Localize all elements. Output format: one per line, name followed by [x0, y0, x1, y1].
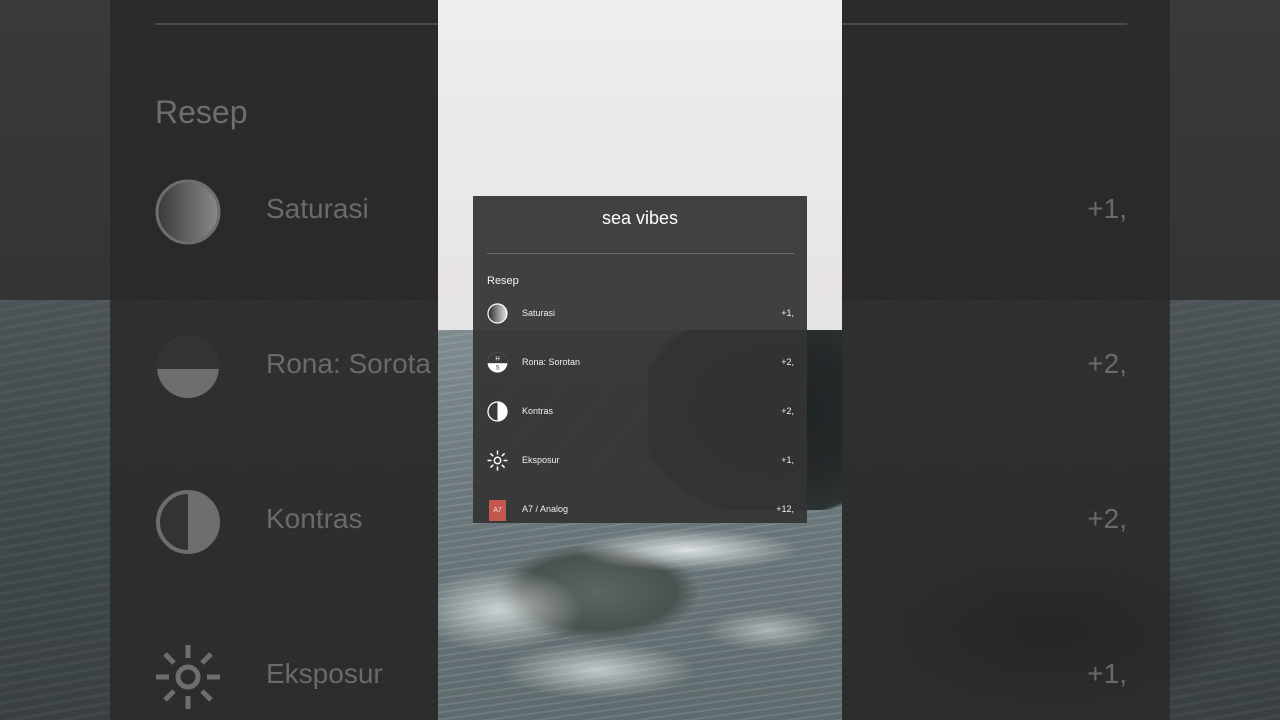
hue-letter: H — [495, 356, 499, 362]
blurred-label: Eksposur — [266, 658, 383, 689]
filter-badge-icon: A7 — [489, 500, 506, 521]
recipe-item-label: Kontras — [522, 406, 554, 416]
shadow-letter: S — [495, 366, 499, 372]
contrast-icon — [487, 401, 508, 422]
hue-shadow-icon — [157, 336, 219, 398]
hue-shadow-icon: H S — [487, 352, 508, 373]
blurred-value: +2, — [1087, 503, 1127, 534]
recipe-title: sea vibes — [601, 208, 679, 228]
blurred-label: Kontras — [266, 503, 363, 534]
exposure-icon — [156, 645, 220, 709]
wave-foam — [438, 520, 842, 720]
recipe-item-value: +1, — [781, 455, 794, 465]
contrast-icon — [156, 490, 220, 554]
recipe-item-value: +2, — [781, 357, 794, 367]
blurred-value: +1, — [1087, 193, 1127, 224]
recipe-item-label: Saturasi — [522, 308, 556, 318]
title-divider — [487, 253, 794, 254]
recipe-heading: Resep — [487, 275, 519, 287]
saturation-icon — [155, 179, 221, 245]
exposure-icon — [487, 450, 508, 471]
blurred-label: Saturasi — [266, 193, 369, 224]
recipe-item-value: +12, — [776, 504, 794, 514]
blurred-label: Rona: Sorota — [266, 348, 431, 379]
blurred-value: +1, — [1087, 658, 1127, 689]
recipe-item-exposure: Eksposur +1, — [487, 450, 794, 472]
recipe-item-label: Eksposur — [522, 455, 560, 465]
video-frame: Resep Saturasi +1, Rona: Sorota +2, Kont… — [0, 0, 1280, 720]
recipe-item-value: +2, — [781, 406, 794, 416]
recipe-item-filter: A7 A7 / Analog +12, — [487, 499, 794, 521]
recipe-item-hue: H S Rona: Sorotan +2, — [487, 352, 794, 374]
recipe-item-label: A7 / Analog — [522, 504, 569, 514]
recipe-item-contrast: Kontras +2, — [487, 401, 794, 423]
recipe-item-value: +1, — [781, 308, 794, 318]
recipe-item-saturation: Saturasi +1, — [487, 303, 794, 325]
recipe-card: sea vibes Resep Saturasi +1, H S Rona: S… — [473, 196, 807, 523]
recipe-item-label: Rona: Sorotan — [522, 357, 581, 367]
blurred-value: +2, — [1087, 348, 1127, 379]
saturation-icon — [487, 303, 508, 324]
blurred-heading: Resep — [155, 94, 248, 130]
